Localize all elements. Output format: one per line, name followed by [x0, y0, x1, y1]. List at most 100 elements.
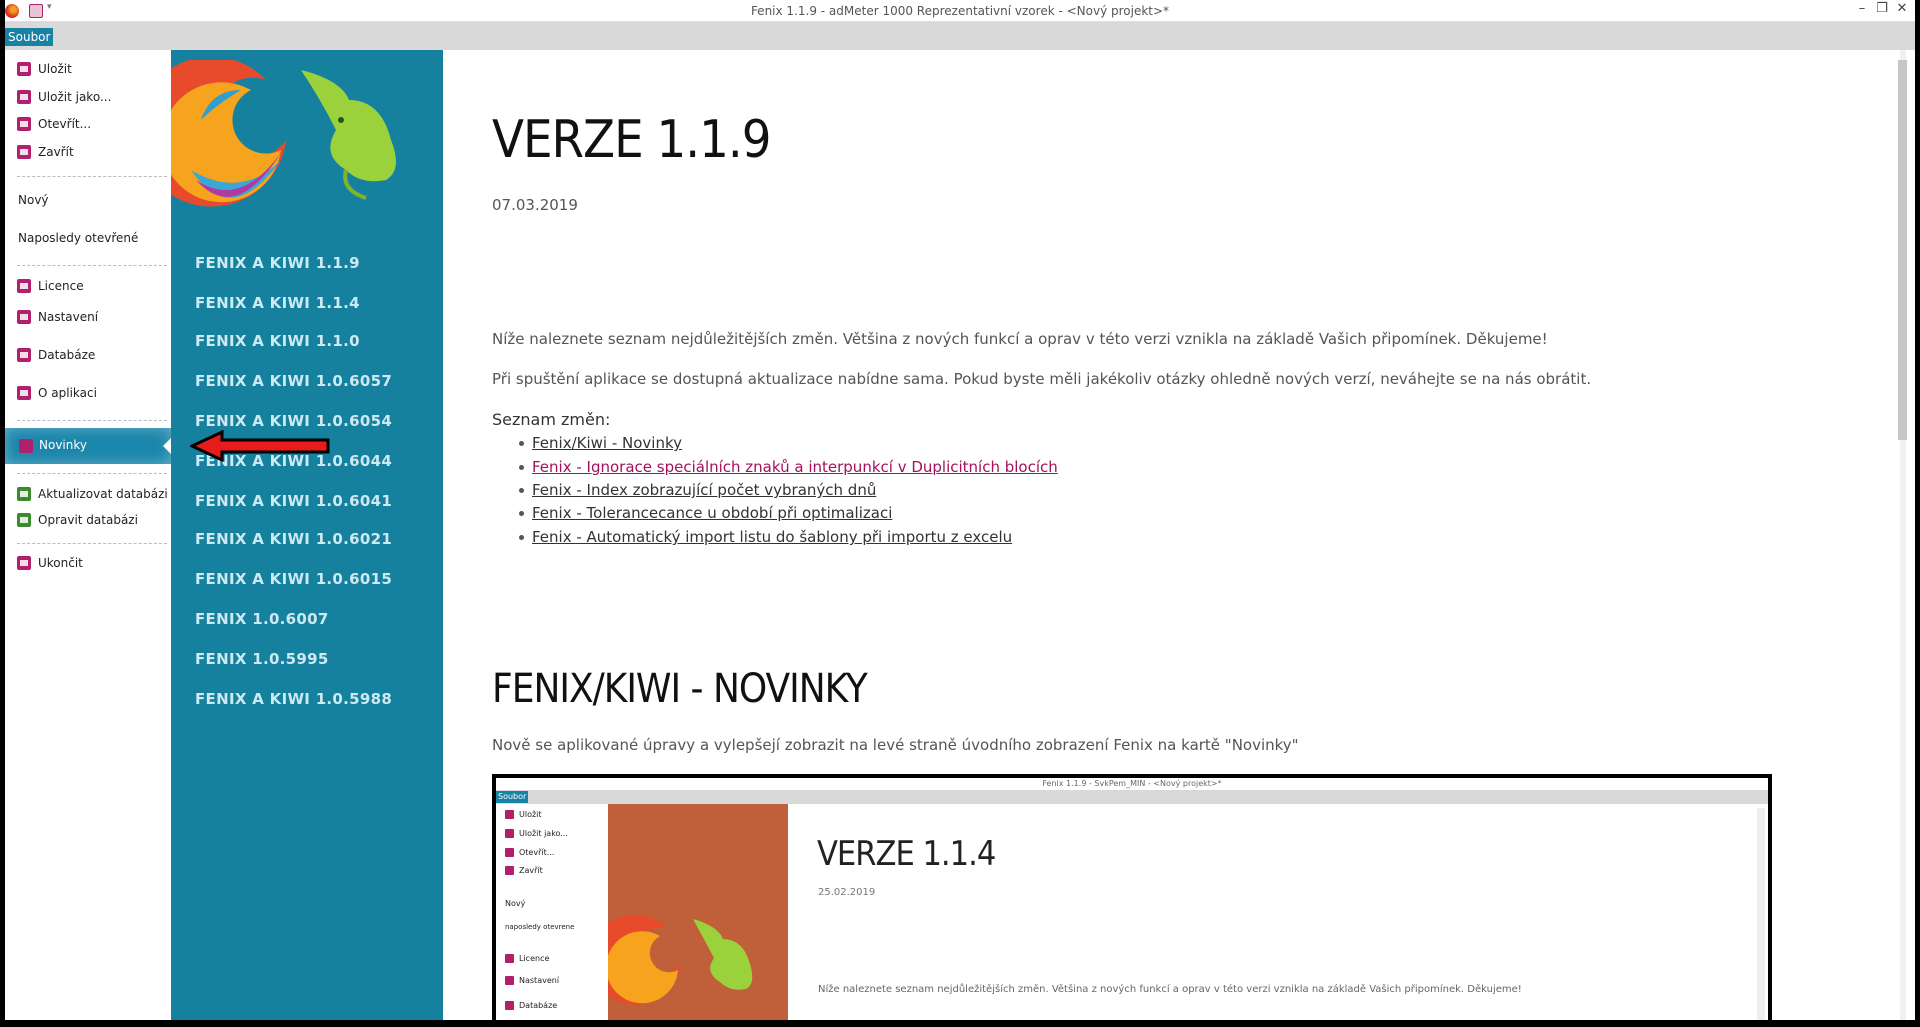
embedded-screenshot: Fenix 1.1.9 - SvkPem_MIN - <Nový projekt…: [492, 774, 1772, 1020]
version-link[interactable]: FENIX A KIWI 1.1.9: [195, 254, 360, 272]
embedded-menu-label: Nový: [505, 899, 526, 908]
save-icon: [17, 62, 31, 76]
embedded-menu-item: Uložit jako...: [505, 829, 568, 838]
embedded-menu-item: Licence: [505, 954, 549, 963]
vertical-scrollbar[interactable]: [1889, 50, 1915, 1020]
menu-separator: [17, 176, 167, 177]
section-paragraph: Nově se aplikované úpravy a vylepšejí zo…: [492, 736, 1299, 754]
menu-separator: [17, 543, 167, 544]
menu-item-exit[interactable]: Ukončit: [17, 552, 83, 574]
menu-item-label: Novinky: [39, 438, 87, 452]
application-window: ▾ Fenix 1.1.9 - adMeter 1000 Reprezentat…: [5, 0, 1915, 1020]
version-link[interactable]: FENIX A KIWI 1.0.6057: [195, 372, 392, 390]
close-icon[interactable]: ✕: [1893, 1, 1911, 16]
page-title: VERZE 1.1.9: [492, 110, 771, 170]
license-icon: [17, 279, 31, 293]
embedded-scrollbar: [1757, 808, 1765, 1020]
version-link[interactable]: FENIX A KIWI 1.0.6015: [195, 570, 392, 588]
change-item: Fenix - Tolerancecance u období při opti…: [519, 504, 892, 522]
embedded-orange-panel: [608, 804, 788, 1020]
menu-item-save-as[interactable]: Uložit jako...: [17, 86, 111, 108]
embedded-menu-label: Zavřít: [519, 866, 543, 875]
version-link[interactable]: FENIX A KIWI 1.1.0: [195, 332, 360, 350]
section-heading: FENIX/KIWI - NOVINKY: [492, 666, 868, 712]
version-link[interactable]: FENIX A KIWI 1.0.6054: [195, 412, 392, 430]
restore-icon[interactable]: ❐: [1873, 1, 1891, 16]
menu-item-about[interactable]: O aplikaci: [17, 382, 97, 404]
embedded-menu-label: Otevřít...: [519, 848, 555, 857]
menu-item-label: Zavřít: [38, 145, 74, 159]
version-link[interactable]: FENIX A KIWI 1.1.4: [195, 294, 360, 312]
menu-item-label: Aktualizovat databázi: [38, 487, 168, 501]
update-db-icon: [17, 487, 31, 501]
version-link[interactable]: FENIX A KIWI 1.0.6021: [195, 530, 392, 548]
save-as-icon: [17, 90, 31, 104]
version-link[interactable]: FENIX A KIWI 1.0.6041: [195, 492, 392, 510]
embedded-menu-label: Databáze: [519, 1001, 558, 1010]
red-arrow-annotation: [190, 430, 330, 462]
embedded-menu-item: Databáze: [505, 1001, 557, 1010]
version-link[interactable]: FENIX 1.0.5995: [195, 650, 329, 668]
embedded-menu-item: Otevřít...: [505, 848, 554, 857]
change-list-title: Seznam změn:: [492, 410, 611, 429]
embedded-content: VERZE 1.1.4 25.02.2019 Níže naleznete se…: [788, 804, 1768, 1020]
close-file-icon: [17, 145, 31, 159]
menu-item-label: Licence: [38, 279, 84, 293]
release-date: 07.03.2019: [492, 196, 578, 214]
menu-item-label: Uložit jako...: [38, 90, 112, 104]
menu-item-settings[interactable]: Nastavení: [17, 306, 98, 328]
news-icon: [19, 439, 33, 453]
menu-bar: Soubor: [5, 22, 1915, 50]
embedded-text: Níže naleznete seznam nejdůležitějších z…: [818, 984, 1522, 995]
embedded-menu-item: Nastavení: [505, 976, 559, 985]
info-icon: [17, 386, 31, 400]
version-link[interactable]: FENIX 1.0.6007: [195, 610, 329, 628]
change-item: Fenix - Ignorace speciálních znaků a int…: [519, 458, 1058, 476]
change-item: Fenix - Automatický import listu do šabl…: [519, 528, 1012, 546]
menu-soubor[interactable]: Soubor: [5, 28, 54, 46]
menu-item-label: Opravit databázi: [38, 513, 138, 527]
menu-item-news-selected[interactable]: Novinky: [5, 428, 171, 464]
menu-item-update-db[interactable]: Aktualizovat databázi: [17, 483, 168, 505]
menu-separator: [17, 420, 167, 421]
scrollbar-thumb[interactable]: [1898, 60, 1907, 440]
repair-db-icon: [17, 513, 31, 527]
menu-item-close[interactable]: Zavřít: [17, 141, 74, 163]
intro-paragraph: Při spuštění aplikace se dostupná aktual…: [492, 370, 1592, 388]
embedded-menu-label: naposledy otevrene: [505, 923, 575, 931]
embedded-menu-label: Uložit jako...: [519, 829, 568, 838]
change-link[interactable]: Fenix - Tolerancecance u období při opti…: [532, 504, 892, 522]
change-link[interactable]: Fenix - Ignorace speciálních znaků a int…: [532, 458, 1058, 476]
intro-paragraph: Níže naleznete seznam nejdůležitějších z…: [492, 330, 1548, 348]
menu-item-repair-db[interactable]: Opravit databázi: [17, 509, 138, 531]
menu-item-label: Nový: [18, 193, 49, 207]
menu-separator: [17, 265, 167, 266]
embedded-menu-item: Nový: [505, 899, 525, 908]
selection-caret-icon: [163, 438, 171, 454]
embedded-logo: [608, 914, 753, 1005]
embedded-menu-bar: Soubor: [496, 790, 1768, 804]
exit-icon: [17, 556, 31, 570]
menu-item-save[interactable]: Uložit: [17, 58, 72, 80]
change-link[interactable]: Fenix/Kiwi - Novinky: [532, 434, 682, 452]
menu-item-label: Nastavení: [38, 310, 99, 324]
menu-item-new[interactable]: Nový: [18, 189, 49, 211]
menu-item-label: O aplikaci: [38, 386, 97, 400]
release-notes-content: VERZE 1.1.9 07.03.2019 Níže naleznete se…: [443, 50, 1889, 1020]
version-link[interactable]: FENIX A KIWI 1.0.5988: [195, 690, 392, 708]
menu-item-open[interactable]: Otevřít...: [17, 113, 91, 135]
embedded-menu-label: Licence: [519, 954, 550, 963]
menu-item-database[interactable]: Databáze: [17, 344, 95, 366]
version-list-panel: FENIX A KIWI 1.1.9 FENIX A KIWI 1.1.4 FE…: [171, 50, 443, 1020]
title-bar: ▾ Fenix 1.1.9 - adMeter 1000 Reprezentat…: [5, 0, 1915, 22]
menu-item-recent[interactable]: Naposledy otevřené: [18, 227, 138, 249]
menu-item-license[interactable]: Licence: [17, 275, 84, 297]
change-link[interactable]: Fenix - Index zobrazující počet vybranýc…: [532, 481, 876, 499]
embedded-menu-item: Uložit: [505, 810, 542, 819]
menu-item-label: Otevřít...: [38, 117, 92, 131]
embedded-menu-label: Nastavení: [519, 976, 560, 985]
change-link[interactable]: Fenix - Automatický import listu do šabl…: [532, 528, 1012, 546]
embedded-menu-label: Uložit: [519, 810, 542, 819]
embedded-menu-item: Zavřít: [505, 866, 543, 875]
minimize-icon[interactable]: –: [1853, 1, 1871, 16]
